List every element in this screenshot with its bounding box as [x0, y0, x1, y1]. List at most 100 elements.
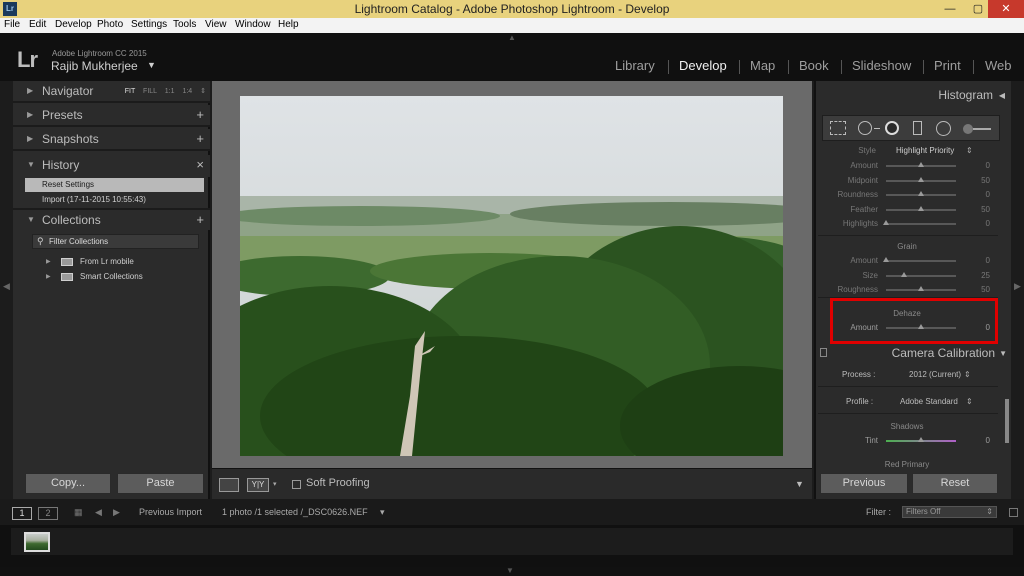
vignette-row-value[interactable]: 0	[966, 190, 990, 199]
collapse-triangle-icon[interactable]: ▼	[27, 160, 35, 169]
filter-lock-icon[interactable]	[1009, 508, 1018, 517]
vignette-row-value[interactable]: 0	[966, 219, 990, 228]
add-snapshot-button[interactable]: +	[196, 131, 204, 146]
filter-select[interactable]: Filters Off ⇕	[902, 506, 997, 518]
soft-proofing-checkbox[interactable]	[292, 480, 301, 489]
back-arrow-icon[interactable]: ◀	[95, 507, 102, 518]
profile-value[interactable]: Adobe Standard	[900, 397, 958, 406]
menu-develop[interactable]: Develop	[55, 19, 92, 30]
minimize-button[interactable]: —	[936, 0, 964, 18]
collapse-histogram-icon[interactable]: ◀	[999, 91, 1005, 100]
before-after-view-icon[interactable]: Y|Y	[247, 478, 269, 492]
clear-history-button[interactable]: ×	[196, 157, 204, 172]
tint-slider-thumb[interactable]	[918, 437, 924, 442]
menu-file[interactable]: File	[4, 19, 20, 30]
forward-arrow-icon[interactable]: ▶	[113, 507, 120, 518]
module-web[interactable]: Web	[985, 58, 1012, 73]
spot-removal-icon[interactable]	[858, 121, 872, 135]
panel-switch-icon[interactable]	[820, 348, 827, 357]
expand-triangle-icon[interactable]: ▶	[27, 110, 33, 119]
grain-row-slider-track[interactable]	[886, 286, 956, 291]
module-develop[interactable]: Develop	[679, 58, 727, 73]
grain-row-slider-thumb[interactable]	[918, 286, 924, 291]
grain-row-value[interactable]: 50	[966, 285, 990, 294]
close-button[interactable]: ✕	[988, 0, 1024, 18]
zoom-1-1[interactable]: 1:1	[165, 88, 175, 95]
vignette-style-value[interactable]: Highlight Priority	[896, 146, 954, 155]
crop-tool-icon[interactable]	[830, 121, 846, 135]
histogram-label[interactable]: Histogram	[938, 88, 993, 102]
menu-tools[interactable]: Tools	[173, 19, 196, 30]
module-library[interactable]: Library	[615, 58, 655, 73]
radial-filter-icon[interactable]	[936, 121, 951, 136]
collapse-triangle-icon[interactable]: ▼	[27, 215, 35, 224]
menu-help[interactable]: Help	[278, 19, 299, 30]
grain-row-slider-thumb[interactable]	[883, 257, 889, 262]
expand-triangle-icon[interactable]: ▶	[46, 271, 51, 283]
grain-row-slider-track[interactable]	[883, 257, 956, 262]
collections-header[interactable]: ▼ Collections +	[13, 208, 210, 230]
process-value[interactable]: 2012 (Current)	[909, 370, 961, 379]
right-panel-scrollbar[interactable]	[1005, 399, 1009, 443]
grain-row-slider-track[interactable]	[886, 271, 956, 277]
copy-button[interactable]: Copy...	[25, 473, 111, 494]
module-map[interactable]: Map	[750, 58, 775, 73]
vignette-row-slider-thumb[interactable]	[883, 220, 889, 225]
collapse-top-panel-icon[interactable]: ▲	[508, 33, 516, 42]
vignette-row-slider-track[interactable]	[883, 220, 956, 225]
style-dropdown-icon[interactable]: ⇕	[966, 146, 973, 155]
vignette-row-slider-track[interactable]	[886, 205, 956, 211]
vignette-row-value[interactable]: 50	[966, 205, 990, 214]
module-book[interactable]: Book	[799, 58, 829, 73]
add-preset-button[interactable]: +	[196, 107, 204, 122]
paste-button[interactable]: Paste	[117, 473, 204, 494]
loupe-view-icon[interactable]	[219, 478, 239, 492]
secondary-window-button[interactable]: 2	[38, 507, 58, 520]
zoom-1-4[interactable]: 1:4	[182, 88, 192, 95]
history-header[interactable]: ▼ History ×	[13, 155, 210, 177]
vignette-row-value[interactable]: 0	[966, 161, 990, 170]
chevron-down-icon[interactable]: ▼	[147, 60, 156, 70]
module-print[interactable]: Print	[934, 58, 961, 73]
expand-triangle-icon[interactable]: ▶	[27, 86, 33, 95]
user-name[interactable]: Rajib Mukherjee	[51, 59, 138, 73]
menu-photo[interactable]: Photo	[97, 19, 123, 30]
filter-collections-input[interactable]: ⚲ Filter Collections	[32, 234, 199, 249]
collapse-left-panel-icon[interactable]: ◀	[3, 281, 10, 292]
vignette-row-slider-thumb[interactable]	[918, 162, 924, 167]
before-after-dropdown-icon[interactable]: ▾	[273, 480, 277, 488]
vignette-row-slider-thumb[interactable]	[918, 191, 924, 196]
vignette-row-slider-track[interactable]	[886, 176, 956, 182]
profile-dropdown-icon[interactable]: ⇕	[966, 397, 973, 406]
menu-view[interactable]: View	[205, 19, 227, 30]
zoom-fill[interactable]: FILL	[143, 88, 157, 95]
grain-row-value[interactable]: 25	[966, 271, 990, 280]
expand-triangle-icon[interactable]: ▶	[27, 134, 33, 143]
toolbar-menu-icon[interactable]: ▼	[795, 479, 804, 489]
add-collection-button[interactable]: +	[196, 212, 204, 227]
graduated-filter-icon[interactable]	[913, 121, 922, 135]
grain-row-value[interactable]: 0	[966, 256, 990, 265]
source-label[interactable]: Previous Import	[139, 507, 202, 517]
zoom-stepper-icon[interactable]: ⇕	[200, 88, 206, 95]
snapshots-header[interactable]: ▶ Snapshots +	[13, 129, 210, 151]
adjustment-brush-icon[interactable]	[963, 124, 973, 134]
zoom-fit[interactable]: FIT	[125, 88, 135, 95]
collapse-filmstrip-icon[interactable]: ▼	[506, 566, 514, 575]
module-slideshow[interactable]: Slideshow	[852, 58, 911, 73]
collapse-triangle-icon[interactable]: ▼	[999, 349, 1007, 358]
menu-window[interactable]: Window	[235, 19, 271, 30]
vignette-row-slider-track[interactable]	[886, 162, 956, 167]
previous-button[interactable]: Previous	[820, 473, 908, 494]
photo-preview[interactable]	[240, 96, 783, 456]
collapse-right-panel-icon[interactable]: ▶	[1014, 281, 1021, 292]
vignette-row-slider-thumb[interactable]	[918, 205, 924, 211]
red-eye-icon[interactable]	[885, 121, 899, 135]
tint-slider-track[interactable]	[886, 437, 956, 442]
history-item-import[interactable]: Import (17-11-2015 10:55:43)	[25, 193, 204, 207]
process-dropdown-icon[interactable]: ⇕	[964, 370, 971, 379]
reset-button[interactable]: Reset	[912, 473, 998, 494]
vignette-row-slider-thumb[interactable]	[918, 176, 924, 182]
source-dropdown-icon[interactable]: ▾	[380, 507, 385, 518]
filmstrip-thumbnail[interactable]	[24, 532, 50, 552]
